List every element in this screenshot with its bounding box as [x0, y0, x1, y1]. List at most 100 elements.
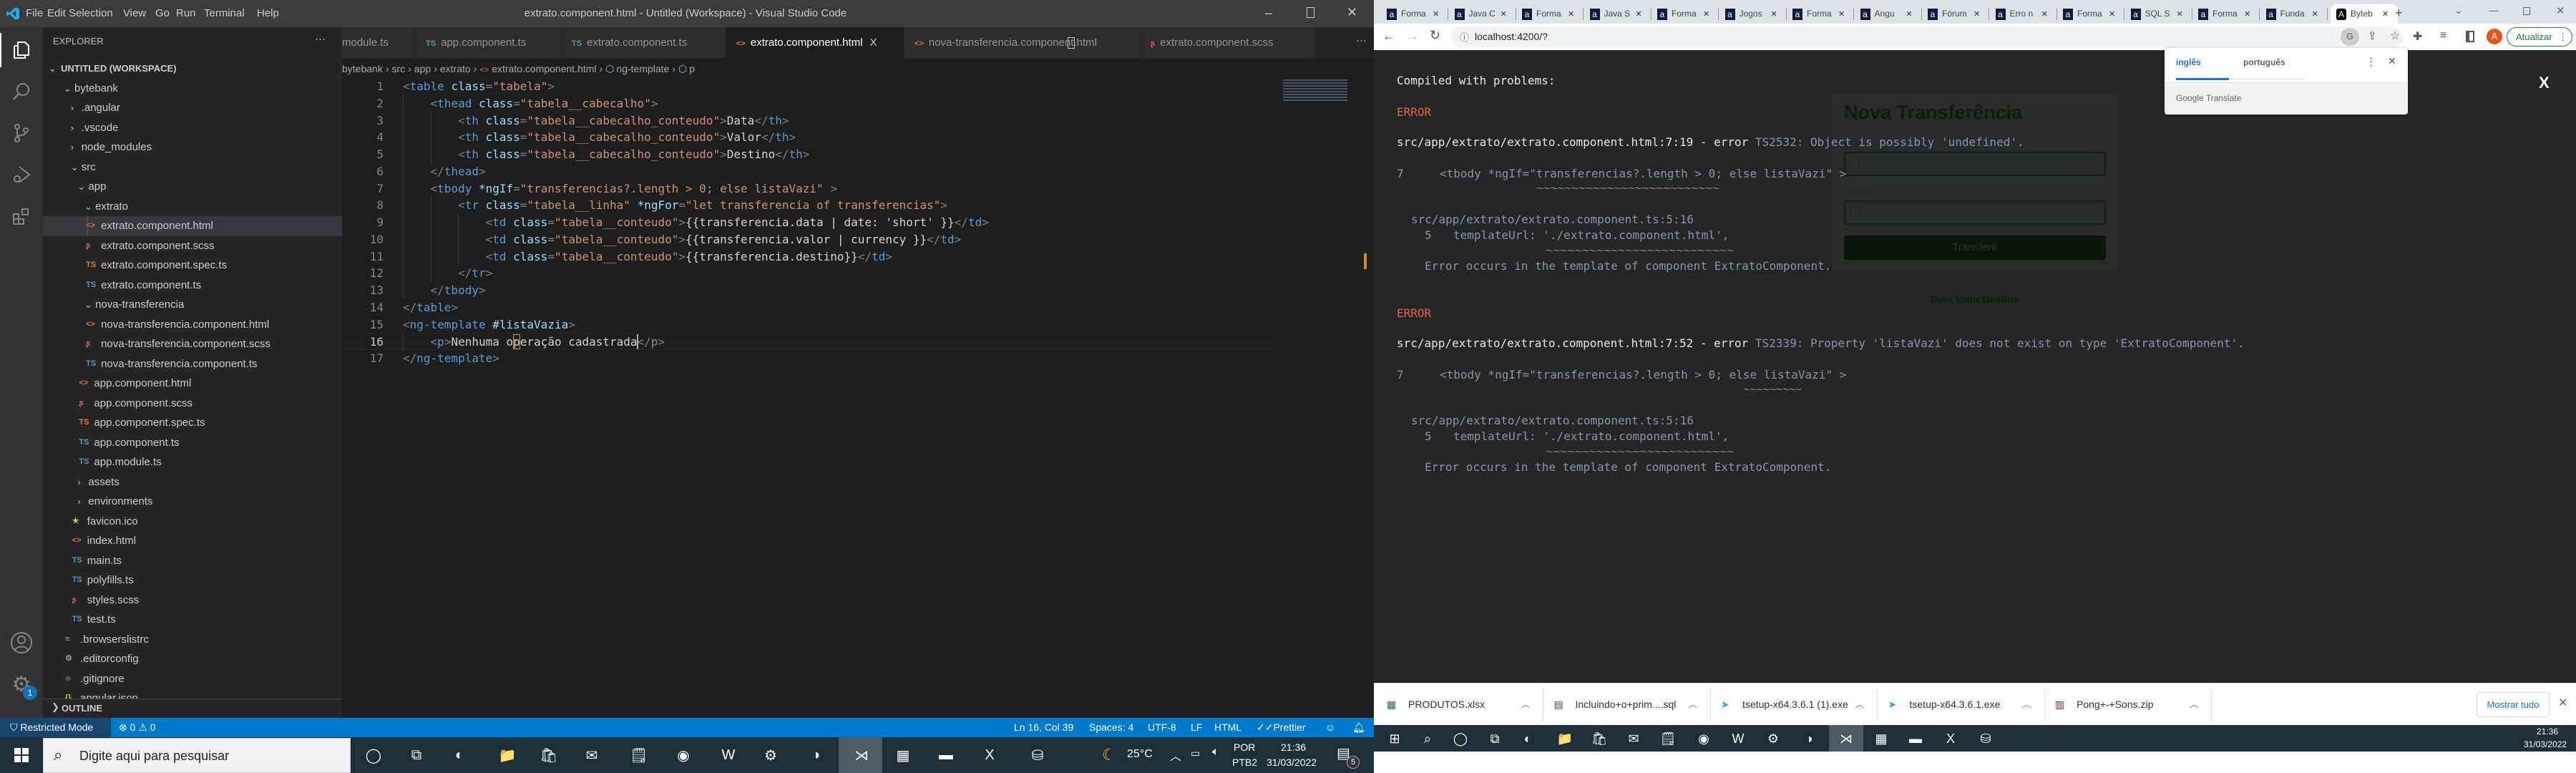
- language-mode[interactable]: HTML: [1214, 718, 1241, 737]
- file-explorer-icon[interactable]: 📁: [495, 743, 519, 767]
- download-item[interactable]: ▦ PRODUTOS.xlsx ︿: [1374, 684, 1543, 726]
- code-line[interactable]: 17 </ng-template>: [342, 350, 1276, 367]
- feedback-icon[interactable]: ☺: [1325, 718, 1335, 737]
- code-line[interactable]: 14 </table>: [342, 299, 1276, 316]
- tree-item[interactable]: <> nova-transferencia.component.html: [43, 315, 342, 335]
- url-text[interactable]: localhost:4200/?: [1475, 31, 1548, 42]
- code-line[interactable]: 10 <td class="tabela__conteudo">{{transf…: [342, 230, 1276, 248]
- code-line[interactable]: 7 <tbody *ngIf="transferencias?.length >…: [342, 180, 1276, 198]
- vscode-icon[interactable]: ⋊: [1834, 726, 1858, 751]
- indentation[interactable]: Spaces: 4: [1089, 718, 1133, 737]
- code-line[interactable]: 11 <td class="tabela__conteudo">{{transf…: [342, 248, 1276, 266]
- chevron-up-icon[interactable]: ︿: [2023, 684, 2031, 726]
- cortana-icon[interactable]: ◯: [361, 743, 386, 767]
- volume-icon[interactable]: 🔈︎: [1212, 746, 1219, 759]
- chevron-up-icon[interactable]: ︿: [1170, 747, 1181, 764]
- minimize-button[interactable]: —: [2489, 4, 2499, 16]
- close-downloads-icon[interactable]: ✕: [2558, 696, 2567, 710]
- overlay-close-button[interactable]: X: [2539, 74, 2550, 92]
- tree-item[interactable]: › .vscode: [43, 118, 342, 138]
- tree-item[interactable]: <> app.component.html: [43, 374, 342, 394]
- excel-icon[interactable]: X: [977, 743, 1002, 767]
- tree-item[interactable]: TS extrato.component.spec.ts: [43, 256, 342, 276]
- tab-close-icon[interactable]: ✕: [2177, 10, 2183, 19]
- breadcrumb-item[interactable]: src: [392, 63, 406, 74]
- keyboard-layout[interactable]: PTB2: [1232, 757, 1257, 768]
- code-line[interactable]: 2 <thead class="tabela__cabecalho">: [342, 94, 1276, 112]
- show-all-downloads-button[interactable]: Mostrar tudo: [2477, 692, 2550, 717]
- tree-item[interactable]: ⌄ nova-transferencia: [43, 295, 342, 315]
- forward-icon[interactable]: →: [1406, 29, 1419, 44]
- microsoft-store-icon[interactable]: 🛍: [537, 743, 561, 767]
- input-language[interactable]: POR: [1234, 742, 1255, 753]
- settings-gear-icon[interactable]: ⚙ 1: [0, 664, 43, 704]
- settings-icon[interactable]: ⚙: [758, 743, 783, 767]
- tree-item[interactable]: ≡ .browserslistrc: [43, 630, 342, 650]
- chevron-up-icon[interactable]: ︿: [1521, 684, 1530, 726]
- taskbar-search-box[interactable]: ⌕ Digite aqui para pesquisar: [43, 738, 351, 773]
- tree-item[interactable]: › environments: [43, 492, 342, 512]
- side-panel-icon[interactable]: [2466, 31, 2474, 42]
- tab-module-ts[interactable]: module.ts: [342, 27, 416, 58]
- notepad-icon[interactable]: 🗒: [1656, 726, 1680, 751]
- tab-app-component-ts[interactable]: TS app.component.ts: [416, 27, 562, 58]
- reload-icon[interactable]: ↻: [1430, 28, 1440, 43]
- breadcrumb-item[interactable]: p: [689, 63, 695, 74]
- word-icon[interactable]: W: [716, 743, 741, 767]
- clock-time[interactable]: 21:36: [1281, 742, 1306, 753]
- restricted-mode-indicator[interactable]: ⛉ Restricted Mode: [0, 718, 111, 737]
- tab-extrato-component-scss[interactable]: ʂ extrato.component.scss: [1141, 27, 1315, 58]
- calculator-icon[interactable]: ▦: [891, 743, 915, 767]
- tab-close-icon[interactable]: ✕: [2382, 10, 2389, 19]
- browser-tab[interactable]: a Angu ✕: [1855, 4, 1922, 24]
- restore-button[interactable]: [1307, 7, 1314, 18]
- tree-item[interactable]: TS app.module.ts: [43, 452, 342, 472]
- weather-temp[interactable]: 25°C: [1127, 748, 1153, 761]
- cortana-icon[interactable]: ◯: [1448, 726, 1473, 751]
- tree-item[interactable]: TS extrato.component.ts: [43, 276, 342, 296]
- translate-icon[interactable]: G: [2341, 28, 2359, 46]
- tab-more-icon[interactable]: ···: [1356, 34, 1367, 47]
- tree-item[interactable]: ⌄ src: [43, 157, 342, 178]
- chrome-icon[interactable]: ◉: [1692, 726, 1716, 751]
- encoding[interactable]: UTF-8: [1148, 718, 1176, 737]
- close-button[interactable]: ✕: [2556, 4, 2565, 17]
- browser-tab[interactable]: A Byteb ✕: [2331, 4, 2398, 24]
- tree-item[interactable]: › assets: [43, 472, 342, 492]
- tree-item[interactable]: ʂ app.component.scss: [43, 394, 342, 414]
- translate-tab-target[interactable]: português: [2243, 57, 2285, 67]
- terminal-icon[interactable]: ▬: [934, 743, 958, 767]
- browser-tab[interactable]: a SQL S ✕: [2125, 4, 2192, 24]
- browser-tab[interactable]: a Erro n ✕: [1990, 4, 2057, 24]
- site-info-icon[interactable]: ⓘ: [1460, 30, 1469, 44]
- tree-item[interactable]: ʂ nova-transferencia.component.scss: [43, 334, 342, 354]
- download-item[interactable]: ▥ Pong+-+Sons.zip ︿: [2042, 684, 2212, 726]
- code-line[interactable]: 5 <th class="tabela__cabecalho_conteudo"…: [342, 146, 1276, 163]
- tree-item[interactable]: TS app.component.spec.ts: [43, 413, 342, 433]
- back-icon[interactable]: ←: [1382, 29, 1395, 44]
- search-icon[interactable]: ⌕: [1415, 726, 1440, 751]
- code-line[interactable]: 9 <td class="tabela__conteudo">{{transfe…: [342, 214, 1276, 231]
- source-control-icon[interactable]: [0, 113, 43, 153]
- vscode-icon[interactable]: ⋊: [849, 743, 874, 767]
- calculator-icon[interactable]: ▦: [1869, 726, 1893, 751]
- tree-item[interactable]: ʂ extrato.component.scss: [43, 236, 342, 256]
- download-item[interactable]: ▤ Incluindo+o+prim....sql ︿: [1541, 684, 1711, 726]
- code-editor[interactable]: 1 <table class="tabela"> 2 <thead class="t…: [342, 78, 1374, 718]
- tree-item[interactable]: TS app.component.ts: [43, 433, 342, 453]
- download-item[interactable]: ➤ tsetup-x64.3.6.1 (1).exe ︿: [1708, 684, 1878, 726]
- windows-start-icon[interactable]: [14, 748, 29, 762]
- update-button[interactable]: Atualizar ⋮: [2507, 27, 2572, 47]
- clock-date[interactable]: 31/03/2022: [2524, 739, 2567, 749]
- edge-icon[interactable]: ◐: [447, 743, 472, 767]
- breadcrumb-item[interactable]: ng-template: [616, 63, 669, 74]
- code-line[interactable]: 8 <tr class="tabela__linha" *ngFor="let …: [342, 197, 1276, 214]
- tab-close-icon[interactable]: ✕: [1433, 10, 1439, 19]
- profile-avatar[interactable]: A: [2487, 29, 2502, 44]
- close-button[interactable]: ✕: [1347, 5, 1357, 20]
- browser-tab[interactable]: a Forma ✕: [1652, 4, 1719, 24]
- code-line[interactable]: 12 </tr>: [342, 265, 1276, 282]
- bookmark-star-icon[interactable]: ☆: [2390, 29, 2400, 43]
- account-icon[interactable]: [0, 623, 43, 663]
- settings-icon[interactable]: ⚙: [1761, 726, 1785, 751]
